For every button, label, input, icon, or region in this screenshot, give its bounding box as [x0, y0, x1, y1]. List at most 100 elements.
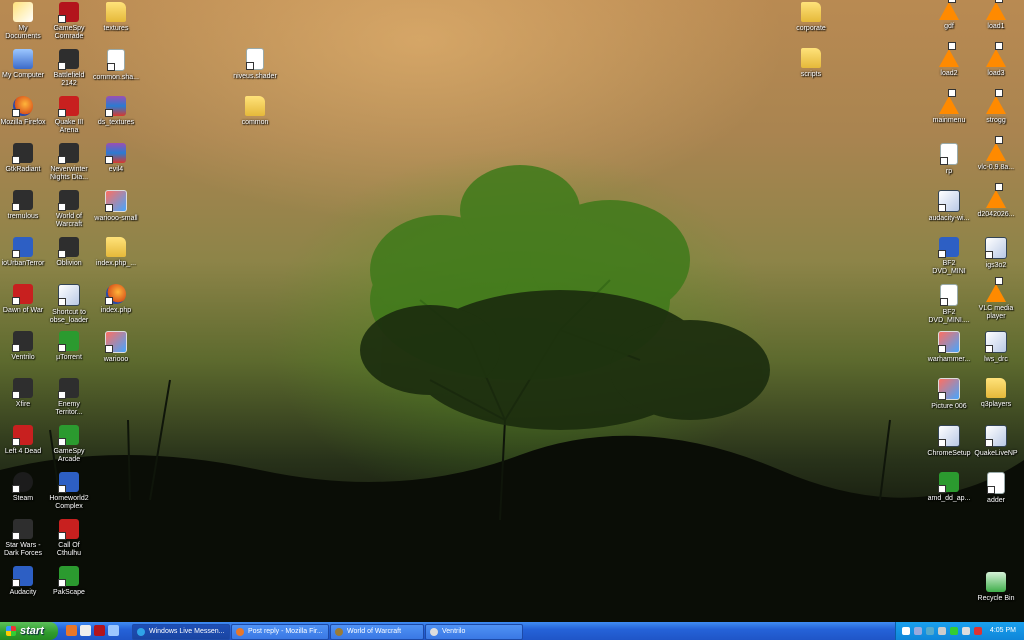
- desktop-icon-label: Mozilla Firefox: [0, 119, 46, 126]
- desktop-icon-q3players[interactable]: q3players: [973, 378, 1019, 409]
- desktop-icon-vlc-0-9-8a[interactable]: vlc-0.9.8a...: [973, 136, 1019, 172]
- desktop-icon-gamespy-comrade[interactable]: GameSpy Comrade: [46, 2, 92, 41]
- task-ventrilo[interactable]: Ventrilo: [425, 624, 523, 640]
- desktop-icon-enemy-territor[interactable]: Enemy Territor...: [46, 378, 92, 417]
- desktop-icon-audacity-wi[interactable]: audacity-wi...: [926, 190, 972, 223]
- rar-icon: [105, 96, 126, 117]
- vlc-icon: [986, 0, 1006, 20]
- desktop-icon-chromesetup[interactable]: ChromeSetup: [926, 425, 972, 458]
- firefox-icon[interactable]: [66, 625, 77, 636]
- desktop-icon-battlefield-2142[interactable]: Battlefield 2142: [46, 49, 92, 88]
- desktop-icon-call-of-cthulhu[interactable]: Call Of Cthulhu: [46, 519, 92, 558]
- desktop-icon-quakelivenp[interactable]: QuakeLiveNP: [973, 425, 1019, 458]
- gamespy-icon[interactable]: [94, 625, 105, 636]
- desktop-icon-bf2-dvd-mini[interactable]: BF2 DVD_MINI: [926, 237, 972, 276]
- desktop-icon-dawn-of-war[interactable]: Dawn of War: [0, 284, 46, 315]
- start-button[interactable]: start: [0, 622, 58, 640]
- desktop-icon-wariooo-small[interactable]: wariooo-small: [93, 190, 139, 223]
- desktop-icon-left-4-dead[interactable]: Left 4 Dead: [0, 425, 46, 456]
- desktop-icon-world-of-warcraft[interactable]: World of Warcraft: [46, 190, 92, 229]
- desktop-icon-niveus-shader[interactable]: niveus.shader: [232, 48, 278, 81]
- dark-icon: [12, 143, 33, 164]
- desktop-icon-corporate[interactable]: corporate: [788, 2, 834, 33]
- task-world-of-warcraft[interactable]: World of Warcraft: [330, 624, 424, 640]
- desktop-icon-load2[interactable]: load2: [926, 42, 972, 78]
- desktop-icon-amd-dd-ap[interactable]: amd_dd_ap...: [926, 472, 972, 503]
- desktop-icon-label: Xfire: [15, 401, 31, 408]
- vlc-icon: [939, 42, 959, 67]
- desktop-icon-d2042026[interactable]: d2042026...: [973, 183, 1019, 219]
- desktop-icon-oblivion[interactable]: Oblivion: [46, 237, 92, 268]
- desktop-icon-ds-textures[interactable]: ds_textures: [93, 96, 139, 127]
- desktop-icon-igs3o2[interactable]: igs3o2: [973, 237, 1019, 270]
- doc-icon: [940, 143, 958, 165]
- shield-icon[interactable]: [950, 627, 958, 635]
- arrow-icon[interactable]: [914, 627, 922, 635]
- desktop-icon-xfire[interactable]: Xfire: [0, 378, 46, 409]
- desktop-icon-evil4[interactable]: evil4: [93, 143, 139, 174]
- desktop-icon-load3[interactable]: load3: [973, 42, 1019, 78]
- star-icon: [58, 2, 79, 23]
- desktop-icon-label: GtkRadiant: [5, 166, 41, 173]
- desktop-icon-ventrilo[interactable]: Ventrilo: [0, 331, 46, 362]
- task-windows-live-messenger[interactable]: Windows Live Messen...: [132, 624, 230, 640]
- ventrilo-icon[interactable]: [80, 625, 91, 636]
- desktop-icon-homeworld2-complex[interactable]: Homeworld2 Complex: [46, 472, 92, 511]
- desktop-icon[interactable]: [108, 625, 119, 636]
- desktop-icon-tremulous[interactable]: tremulous: [0, 190, 46, 221]
- alert-icon[interactable]: [974, 627, 982, 635]
- help-icon[interactable]: [902, 627, 910, 635]
- desktop-icon-rp[interactable]: rp: [926, 143, 972, 176]
- desktop-icon-wariooo[interactable]: wariooo: [93, 331, 139, 364]
- desktop-icon-adder[interactable]: adder: [973, 472, 1019, 505]
- desktop-icon-neverwinter-nights-dia[interactable]: Neverwinter Nights Dia...: [46, 143, 92, 182]
- windows-logo-icon: [6, 626, 16, 636]
- network-icon[interactable]: [926, 627, 934, 635]
- desktop-icon-label: corporate: [796, 25, 826, 32]
- desktop-icon-vlc-media-player[interactable]: VLC media player: [973, 277, 1019, 321]
- desktop-icon-label: Neverwinter Nights Dia...: [49, 166, 89, 181]
- desktop-icon-gdf[interactable]: gdf: [926, 0, 972, 31]
- desktop-icon-my-computer[interactable]: My Computer: [0, 49, 46, 80]
- desktop-icon-mozilla-firefox[interactable]: Mozilla Firefox: [0, 96, 46, 127]
- clock[interactable]: 4:05 PM: [990, 622, 1016, 640]
- messenger-icon: [137, 628, 145, 636]
- desktop-icon-quake-iii-arena[interactable]: Quake III Arena: [46, 96, 92, 135]
- desktop-icon-common[interactable]: common: [232, 96, 278, 127]
- volume-icon[interactable]: [962, 627, 970, 635]
- desktop-icon-audacity[interactable]: Audacity: [0, 566, 46, 597]
- task-label: Ventrilo: [442, 628, 466, 635]
- desktop-icon-my-documents[interactable]: My Documents: [0, 2, 46, 41]
- desktop-icon-label: BF2 DVD_MINI: [932, 260, 966, 275]
- desktop-icon-gtkradiant[interactable]: GtkRadiant: [0, 143, 46, 174]
- task-firefox-post-reply[interactable]: Post reply - Mozilla Fir...: [231, 624, 329, 640]
- desktop-icon-scripts[interactable]: scripts: [788, 48, 834, 79]
- desktop-icon-gamespy-arcade[interactable]: GameSpy Arcade: [46, 425, 92, 464]
- desktop-icon-label: Recycle Bin: [977, 595, 1015, 602]
- desktop-icon-label: World of Warcraft: [55, 213, 83, 228]
- desktop-icon-picture-006[interactable]: Picture 006: [926, 378, 972, 411]
- desktop-icon-label: load1: [987, 23, 1005, 30]
- monitor-icon[interactable]: [938, 627, 946, 635]
- desktop-icon-pakscape[interactable]: PakScape: [46, 566, 92, 597]
- desktop-icon-label: tremulous: [7, 213, 39, 220]
- img-icon: [938, 378, 960, 400]
- desktop-icon-index-php[interactable]: index.php: [93, 284, 139, 315]
- start-label: start: [20, 625, 44, 637]
- desktop-icon-warhammer[interactable]: warhammer...: [926, 331, 972, 364]
- desktop-icon-recycle-bin[interactable]: Recycle Bin: [973, 572, 1019, 603]
- desktop-icon-torrent[interactable]: µTorrent: [46, 331, 92, 362]
- desktop-icon-star-wars-dark-forces[interactable]: Star Wars - Dark Forces: [0, 519, 46, 558]
- desktop-icon-mainmenu[interactable]: mainmenu: [926, 89, 972, 125]
- desktop-icon-shortcut-to-obse-loader[interactable]: Shortcut to obse_loader: [46, 284, 92, 325]
- desktop-icon-index-php[interactable]: index.php_...: [93, 237, 139, 268]
- desktop-icon-steam[interactable]: Steam: [0, 472, 46, 503]
- desktop-icon-label: ChromeSetup: [927, 450, 971, 457]
- desktop-icon-bf2-dvd-mini[interactable]: BF2 DVD_MINI....: [926, 284, 972, 325]
- desktop-icon-iourbanterror[interactable]: ioUrbanTerror: [0, 237, 46, 268]
- desktop-icon-lws-drc[interactable]: lws_drc: [973, 331, 1019, 364]
- desktop-icon-load1[interactable]: load1: [973, 0, 1019, 31]
- desktop-icon-strogg[interactable]: strogg: [973, 89, 1019, 125]
- desktop-icon-textures[interactable]: textures: [93, 2, 139, 33]
- desktop-icon-common-sha[interactable]: common.sha...: [93, 49, 139, 82]
